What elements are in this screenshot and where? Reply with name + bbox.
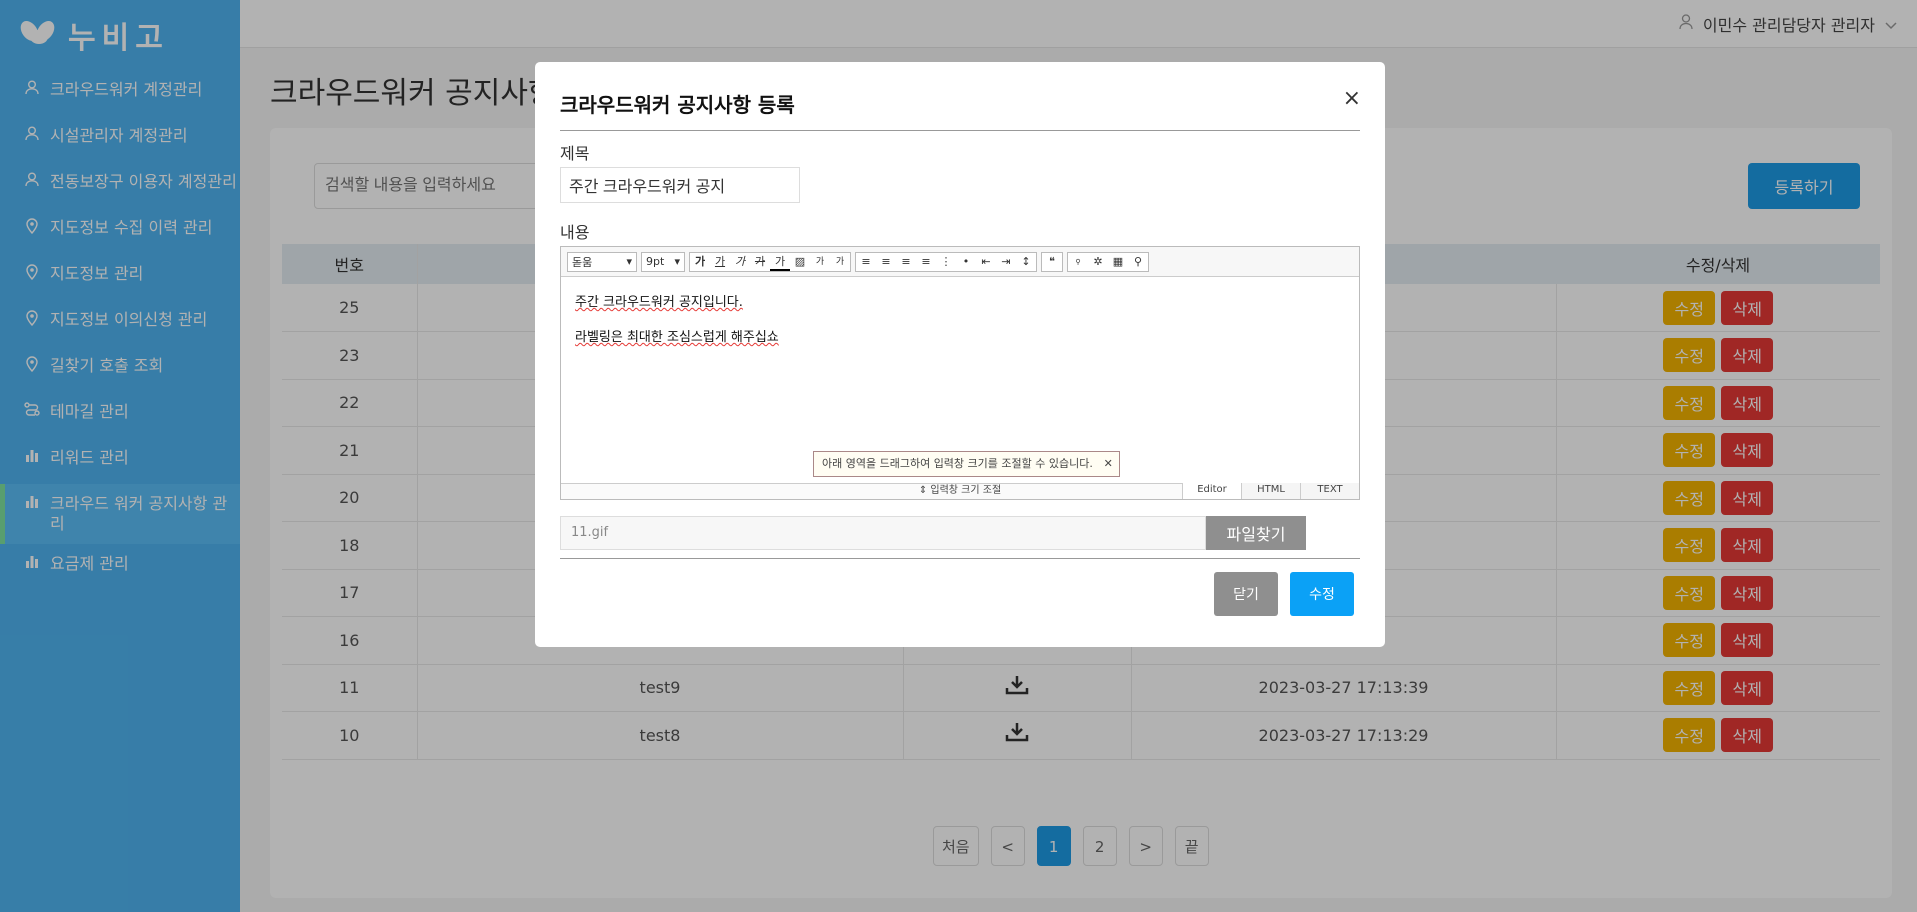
chevron-down-icon: ▾	[674, 255, 680, 268]
paragraph-group: ≡ ≡ ≡ ≡ ⋮ • ⇤ ⇥ ↕	[855, 251, 1037, 272]
link-icon[interactable]: ⚲	[1068, 253, 1088, 271]
ordered-list-icon[interactable]: ⋮	[936, 253, 956, 271]
highlight-icon[interactable]: ▨	[790, 253, 810, 271]
subject-input[interactable]	[560, 167, 800, 203]
italic-button[interactable]: 가	[730, 253, 750, 271]
font-color-button[interactable]: 가	[770, 253, 790, 271]
close-icon[interactable]: ×	[1343, 86, 1361, 111]
divider	[560, 558, 1360, 559]
bullet-list-icon[interactable]: •	[956, 253, 976, 271]
align-right-icon[interactable]: ≡	[896, 253, 916, 271]
insert-group: ⚲ ✲ ▦ ⚲	[1067, 251, 1149, 272]
special-char-icon[interactable]: ✲	[1088, 253, 1108, 271]
divider	[560, 130, 1360, 131]
file-name-field[interactable]: 11.gif	[560, 516, 1206, 550]
editor-toolbar: 돋움 ▾ 9pt ▾ 가 가 가 가 가 ▨ 가 가 ≡ ≡ ≡ ≡ ⋮ • ⇤…	[561, 247, 1359, 277]
tooltip-text: 아래 영역을 드래그하여 입력창 크기를 조절할 수 있습니다.	[822, 457, 1093, 470]
save-button[interactable]: 수정	[1290, 572, 1354, 616]
rich-text-editor: 돋움 ▾ 9pt ▾ 가 가 가 가 가 ▨ 가 가 ≡ ≡ ≡ ≡ ⋮ • ⇤…	[560, 246, 1360, 500]
align-center-icon[interactable]: ≡	[876, 253, 896, 271]
file-browse-button[interactable]: 파일찾기	[1206, 516, 1306, 550]
resize-tooltip: 아래 영역을 드래그하여 입력창 크기를 조절할 수 있습니다. ✕	[813, 451, 1120, 477]
superscript-button[interactable]: 가	[810, 253, 830, 271]
align-left-icon[interactable]: ≡	[856, 253, 876, 271]
quote-group: ❝	[1041, 251, 1063, 272]
text-style-group: 가 가 가 가 가 ▨ 가 가	[689, 251, 851, 272]
tab-text[interactable]: TEXT	[1300, 483, 1359, 499]
close-icon[interactable]: ✕	[1104, 452, 1113, 476]
font-family-value: 돋움	[572, 255, 593, 269]
resize-arrows-icon: ⇕	[918, 485, 928, 496]
notice-modal: 크라우드워커 공지사항 등록 × 제목 내용 돋움 ▾ 9pt ▾ 가 가 가 …	[535, 62, 1385, 647]
editor-line: 주간 크라우드워커 공지입니다.	[575, 295, 743, 310]
strikethrough-button[interactable]: 가	[750, 253, 770, 271]
font-size-select[interactable]: 9pt ▾	[641, 251, 685, 272]
search-icon[interactable]: ⚲	[1128, 253, 1148, 271]
editor-line: 라벨링은 최대한 조심스럽게 해주십쇼	[575, 330, 779, 345]
underline-button[interactable]: 가	[710, 253, 730, 271]
quote-icon[interactable]: ❝	[1042, 253, 1062, 271]
content-label: 내용	[560, 223, 590, 242]
font-size-value: 9pt	[646, 255, 665, 268]
resize-label: 입력창 크기 조절	[930, 485, 1002, 496]
indent-icon[interactable]: ⇥	[996, 253, 1016, 271]
align-justify-icon[interactable]: ≡	[916, 253, 936, 271]
chevron-down-icon: ▾	[626, 255, 632, 268]
outdent-icon[interactable]: ⇤	[976, 253, 996, 271]
table-icon[interactable]: ▦	[1108, 253, 1128, 271]
modal-title: 크라우드워커 공지사항 등록	[560, 93, 795, 117]
font-family-select[interactable]: 돋움 ▾	[567, 251, 637, 272]
bold-button[interactable]: 가	[690, 253, 710, 271]
editor-mode-tabs: Editor HTML TEXT	[1182, 483, 1359, 499]
subscript-button[interactable]: 가	[830, 253, 850, 271]
tab-editor[interactable]: Editor	[1182, 483, 1241, 499]
subject-label: 제목	[560, 144, 590, 163]
line-height-icon[interactable]: ↕	[1016, 253, 1036, 271]
close-button[interactable]: 닫기	[1214, 572, 1278, 616]
tab-html[interactable]: HTML	[1241, 483, 1300, 499]
